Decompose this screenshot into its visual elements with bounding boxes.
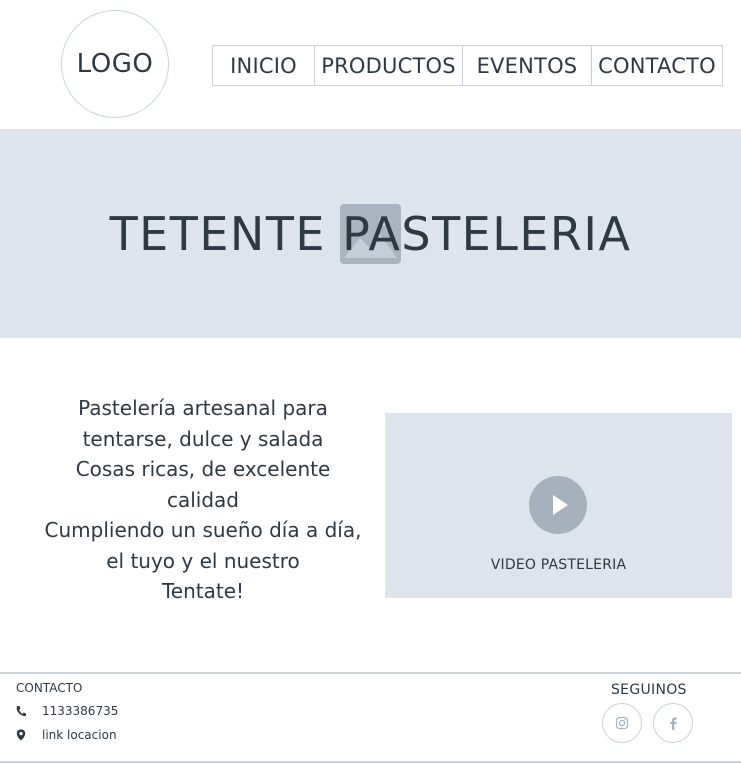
- hero-banner: TETENTE PASTELERIA: [0, 129, 741, 338]
- facebook-icon[interactable]: [653, 703, 693, 743]
- video-label: VIDEO PASTELERIA: [490, 557, 627, 573]
- location-row[interactable]: link locacion: [16, 728, 117, 742]
- contact-title: CONTACTO: [16, 681, 83, 695]
- description-line: el tuyo y el nuestro: [106, 548, 300, 573]
- nav-inicio[interactable]: INICIO: [213, 46, 314, 85]
- description-line: Tentate!: [161, 579, 245, 603]
- description-line: calidad: [166, 487, 239, 512]
- main-nav: INICIO PRODUCTOS EVENTOS CONTACTO: [212, 45, 723, 86]
- description-line: Cosas ricas, de excelente: [75, 457, 331, 481]
- play-icon[interactable]: [529, 476, 587, 534]
- phone-icon: [16, 705, 26, 717]
- description-line: Pastelería artesanal para: [78, 396, 328, 420]
- description-line: tentarse, dulce y salada: [82, 426, 324, 451]
- instagram-icon[interactable]: [602, 703, 642, 743]
- description-line: Cumpliendo un sueño día a día,: [44, 518, 362, 542]
- nav-productos[interactable]: PRODUCTOS: [314, 46, 462, 85]
- description-text: Pastelería artesanal para tentarse, dulc…: [30, 393, 376, 607]
- nav-eventos[interactable]: EVENTOS: [462, 46, 591, 85]
- location-link[interactable]: link locacion: [42, 728, 117, 742]
- follow-title: SEGUINOS: [611, 682, 687, 698]
- video-player[interactable]: VIDEO PASTELERIA: [385, 413, 732, 598]
- logo[interactable]: LOGO: [61, 10, 169, 118]
- nav-contacto[interactable]: CONTACTO: [591, 46, 722, 85]
- phone-number: 1133386735: [42, 704, 119, 718]
- footer-bottom-divider: [0, 761, 741, 763]
- hero-title: TETENTE PASTELERIA: [109, 206, 632, 261]
- phone-row: 1133386735: [16, 704, 118, 718]
- footer-divider: [0, 672, 741, 674]
- location-pin-icon: [16, 729, 26, 741]
